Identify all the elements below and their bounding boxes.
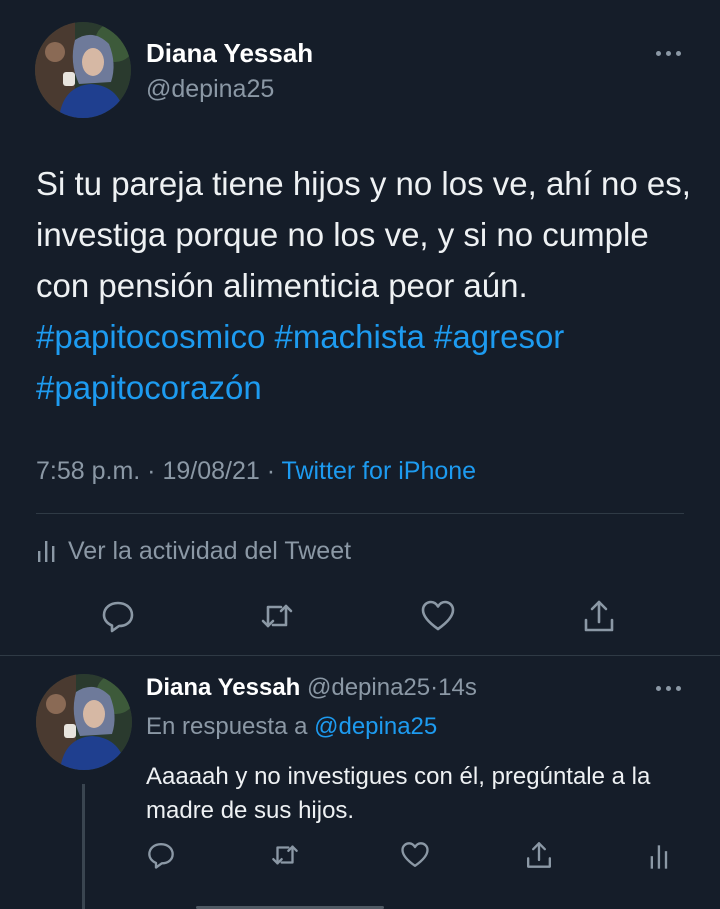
reply-time-ago[interactable]: 14s xyxy=(438,674,477,701)
analytics-icon[interactable] xyxy=(644,842,674,872)
tweet-activity-link[interactable]: Ver la actividad del Tweet xyxy=(36,535,351,567)
tweet-meta: 7:58 p.m. · 19/08/21 · Twitter for iPhon… xyxy=(36,457,476,486)
reply-text: Aaaaah y no investigues con él, pregúnta… xyxy=(146,763,651,824)
meta-separator: · xyxy=(259,457,282,485)
author-handle[interactable]: @depina25 xyxy=(146,75,274,104)
heart-icon[interactable] xyxy=(400,840,430,870)
share-icon[interactable] xyxy=(581,598,617,634)
hashtag-link[interactable]: #papitocorazón xyxy=(36,369,262,406)
in-reply-to-label: En respuesta a xyxy=(146,713,315,740)
tweet-source-link[interactable]: Twitter for iPhone xyxy=(282,457,477,485)
reply-tweet[interactable]: Diana Yessah @depina25·14s En respuesta … xyxy=(0,656,720,909)
tweet-time[interactable]: 7:58 p.m. xyxy=(36,457,140,485)
thread-line xyxy=(82,784,85,909)
tweet-screenshot: Diana Yessah @depina25 Si tu pareja tien… xyxy=(0,0,720,909)
more-dots-icon[interactable] xyxy=(654,681,684,695)
reply-icon[interactable] xyxy=(100,598,136,634)
main-tweet: Diana Yessah @depina25 Si tu pareja tien… xyxy=(0,0,720,656)
retweet-icon[interactable] xyxy=(270,840,300,870)
avatar[interactable] xyxy=(35,22,131,118)
meta-separator: · xyxy=(430,674,439,701)
meta-separator: · xyxy=(140,457,163,485)
avatar-photo xyxy=(36,674,132,770)
avatar[interactable] xyxy=(36,674,132,770)
tweet-body-text: Si tu pareja tiene hijos y no los ve, ah… xyxy=(36,165,691,304)
analytics-icon xyxy=(38,541,55,562)
hashtag-link[interactable]: #papitocosmico xyxy=(36,318,265,355)
heart-icon[interactable] xyxy=(420,598,456,634)
share-icon[interactable] xyxy=(524,840,554,870)
tweet-text: Si tu pareja tiene hijos y no los ve, ah… xyxy=(36,158,696,413)
avatar-photo xyxy=(35,22,131,118)
tweet-activity-label: Ver la actividad del Tweet xyxy=(68,536,352,565)
hashtag-link[interactable]: #agresor xyxy=(434,318,564,355)
mention-link[interactable]: @depina25 xyxy=(314,713,437,740)
in-reply-to: En respuesta a @depina25 xyxy=(146,713,437,741)
reply-header: Diana Yessah @depina25·14s xyxy=(146,674,477,702)
retweet-icon[interactable] xyxy=(259,598,295,634)
hashtag-link[interactable]: #machista xyxy=(274,318,424,355)
more-dots-icon[interactable] xyxy=(654,46,684,60)
reply-icon[interactable] xyxy=(146,840,176,870)
author-name[interactable]: Diana Yessah xyxy=(146,38,313,69)
author-name[interactable]: Diana Yessah xyxy=(146,674,300,701)
tweet-date[interactable]: 19/08/21 xyxy=(162,457,259,485)
divider xyxy=(36,513,684,514)
author-handle[interactable]: @depina25 xyxy=(307,674,430,701)
